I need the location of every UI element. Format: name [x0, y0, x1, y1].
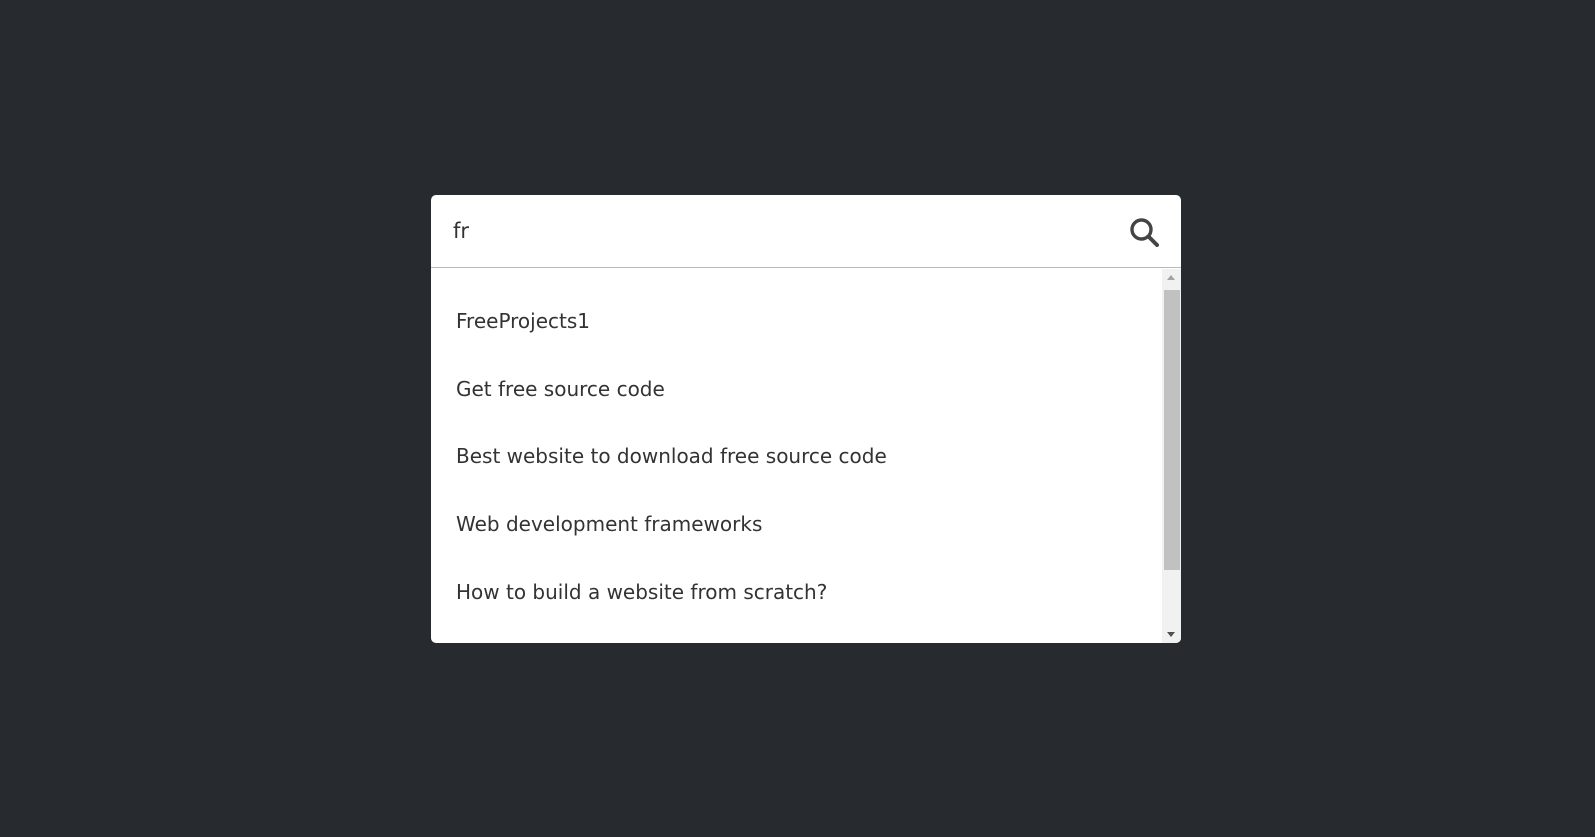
suggestion-list: FreeProjects1 Get free source code Best … [431, 269, 1162, 643]
scroll-up-arrow-icon[interactable] [1167, 275, 1175, 280]
suggestion-scrollbar[interactable] [1162, 269, 1181, 643]
suggestion-item[interactable]: FreeProjects1 [456, 306, 590, 336]
suggestion-item[interactable]: Get free source code [456, 374, 665, 404]
search-panel: FreeProjects1 Get free source code Best … [431, 195, 1181, 643]
search-input[interactable] [453, 213, 1093, 249]
search-icon[interactable] [1129, 217, 1159, 247]
scroll-down-arrow-icon[interactable] [1167, 632, 1175, 637]
suggestion-item[interactable]: How to build a website from scratch? [456, 577, 827, 607]
suggestion-item[interactable]: Web development frameworks [456, 509, 762, 539]
suggestion-item[interactable]: Best website to download free source cod… [456, 441, 887, 471]
search-bar [431, 195, 1181, 268]
scroll-thumb[interactable] [1164, 290, 1180, 570]
